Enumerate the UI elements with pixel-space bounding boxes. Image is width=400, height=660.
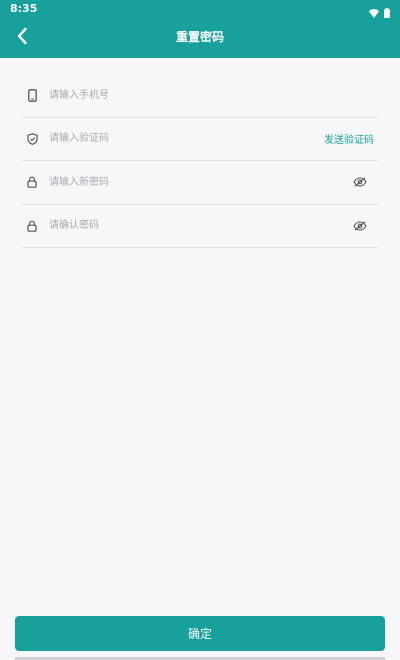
lock-icon <box>25 175 39 189</box>
send-code-button[interactable]: 发送验证码 <box>324 131 374 146</box>
eye-closed-icon[interactable] <box>352 219 368 233</box>
code-input[interactable] <box>49 128 324 149</box>
phone-row <box>22 74 378 118</box>
eye-closed-icon[interactable] <box>352 175 368 189</box>
page-title: 重置密码 <box>175 30 224 44</box>
nav-bar: 重置密码 <box>0 18 400 58</box>
code-row: 发送验证码 <box>22 118 378 161</box>
new-password-input[interactable] <box>49 172 352 193</box>
confirm-button[interactable]: 确定 <box>15 616 385 651</box>
new-password-row <box>22 161 378 205</box>
shield-icon <box>25 132 39 146</box>
phone-icon <box>25 88 39 102</box>
status-time: 8:35 <box>10 2 38 15</box>
status-bar: 8:35 <box>0 0 400 18</box>
app-header: 8:35 重置密码 <box>0 0 400 58</box>
confirm-password-input[interactable] <box>49 215 352 236</box>
phone-input[interactable] <box>49 85 378 106</box>
reset-password-screen: 8:35 重置密码 请输入手机号 请输入验证码 发送验证码 确定 <box>0 0 400 660</box>
confirm-password-row <box>22 205 378 248</box>
lock-icon <box>25 219 39 233</box>
reset-password-form: 发送验证码 <box>22 74 378 248</box>
